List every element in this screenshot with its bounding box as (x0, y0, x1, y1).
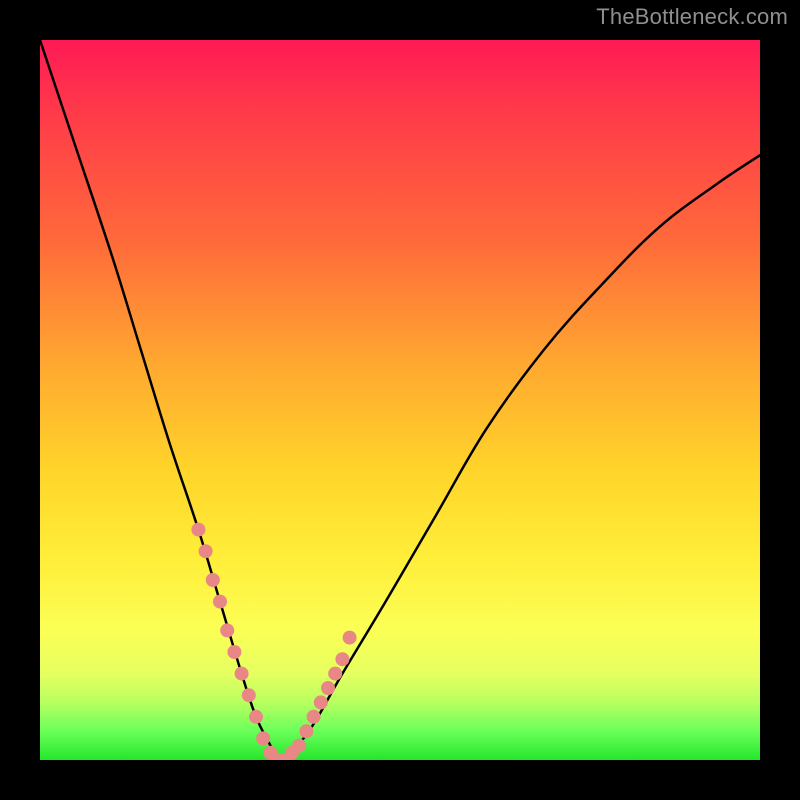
plot-area (40, 40, 760, 760)
chart-svg (40, 40, 760, 760)
marker-dot (242, 688, 256, 702)
marker-dot (213, 595, 227, 609)
watermark-text: TheBottleneck.com (596, 4, 788, 30)
bottleneck-curve (40, 40, 760, 760)
marker-dot (314, 695, 328, 709)
marker-dot (191, 523, 205, 537)
marker-dot (256, 731, 270, 745)
marker-dot (206, 573, 220, 587)
marker-dot (299, 724, 313, 738)
marker-dot (227, 645, 241, 659)
marker-dot (235, 667, 249, 681)
marker-dot (307, 710, 321, 724)
marker-dot (199, 544, 213, 558)
marker-dot (220, 623, 234, 637)
chart-frame: TheBottleneck.com (0, 0, 800, 800)
dotted-markers (191, 523, 356, 760)
curve-path (40, 40, 760, 760)
marker-dot (249, 710, 263, 724)
marker-dot (343, 631, 357, 645)
marker-dot (321, 681, 335, 695)
marker-dot (335, 652, 349, 666)
marker-dot (328, 667, 342, 681)
marker-dot (292, 739, 306, 753)
